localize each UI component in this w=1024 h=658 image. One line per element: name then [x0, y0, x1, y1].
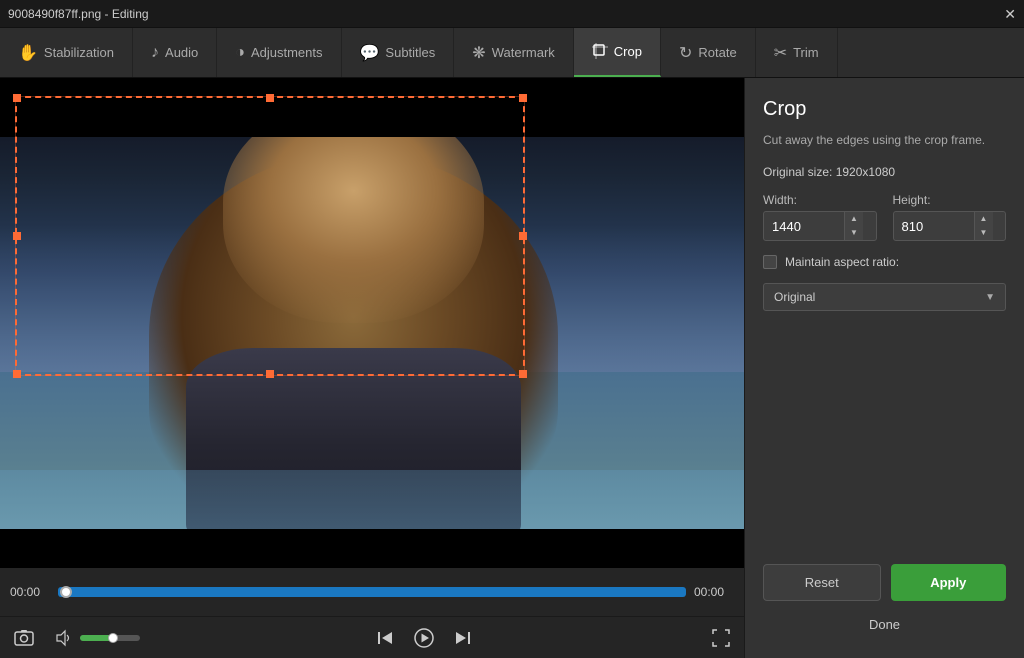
- tab-crop[interactable]: Crop: [574, 28, 661, 77]
- original-size-text: Original size: 1920x1080: [763, 165, 1006, 179]
- tab-stabilization-label: Stabilization: [44, 45, 114, 60]
- letterbox-bottom: [0, 529, 744, 568]
- rotate-icon: ↻: [679, 43, 692, 63]
- audio-icon: ♪: [151, 44, 159, 62]
- tab-crop-label: Crop: [614, 44, 642, 59]
- tab-stabilization[interactable]: ✋ Stabilization: [0, 28, 133, 77]
- height-group: Height: ▲ ▼: [893, 193, 1007, 241]
- dimension-row: Width: ▲ ▼ Height: ▲ ▼: [763, 193, 1006, 241]
- progress-bar[interactable]: [58, 587, 686, 597]
- height-input[interactable]: [894, 213, 974, 240]
- progress-thumb[interactable]: [60, 586, 72, 598]
- time-end: 00:00: [694, 585, 734, 599]
- reset-button[interactable]: Reset: [763, 564, 881, 601]
- apply-button[interactable]: Apply: [891, 564, 1007, 601]
- volume-control[interactable]: [50, 625, 140, 651]
- watermark-icon: ❋: [472, 43, 485, 63]
- timeline: 00:00 00:00: [0, 568, 744, 616]
- time-start: 00:00: [10, 585, 50, 599]
- right-panel: Crop Cut away the edges using the crop f…: [744, 78, 1024, 658]
- buttons-row: Reset Apply: [763, 548, 1006, 601]
- controls-bar: [0, 616, 744, 658]
- tab-rotate[interactable]: ↻ Rotate: [661, 28, 756, 77]
- tab-adjustments[interactable]: ◑ Adjustments: [217, 28, 341, 77]
- fullscreen-button[interactable]: [708, 625, 734, 651]
- tab-watermark[interactable]: ❋ Watermark: [454, 28, 573, 77]
- tab-audio-label: Audio: [165, 45, 198, 60]
- stabilization-icon: ✋: [18, 43, 38, 63]
- aspect-ratio-row: Maintain aspect ratio:: [763, 255, 1006, 269]
- skip-back-button[interactable]: [372, 625, 398, 651]
- close-button[interactable]: ✕: [1004, 7, 1016, 21]
- crop-icon: [592, 43, 608, 61]
- tab-adjustments-label: Adjustments: [251, 45, 323, 60]
- tab-trim-label: Trim: [793, 45, 819, 60]
- height-input-wrapper: ▲ ▼: [893, 211, 1007, 241]
- video-container: [0, 78, 744, 568]
- volume-button[interactable]: [50, 625, 76, 651]
- main-area: 00:00 00:00: [0, 78, 1024, 658]
- video-frame: [0, 78, 744, 568]
- width-label: Width:: [763, 193, 877, 207]
- done-button[interactable]: Done: [849, 611, 920, 638]
- letterbox-top: [0, 78, 744, 137]
- skip-forward-button[interactable]: [450, 625, 476, 651]
- aspect-ratio-dropdown[interactable]: Original ▼: [763, 283, 1006, 311]
- tab-rotate-label: Rotate: [698, 45, 736, 60]
- maintain-aspect-checkbox[interactable]: [763, 255, 777, 269]
- aspect-ratio-value: Original: [774, 290, 815, 304]
- volume-thumb[interactable]: [108, 633, 118, 643]
- tab-bar: ✋ Stabilization ♪ Audio ◑ Adjustments 💬 …: [0, 28, 1024, 78]
- tab-audio[interactable]: ♪ Audio: [133, 28, 217, 77]
- adjustments-icon: ◑: [235, 44, 245, 62]
- trim-icon: ✂: [774, 43, 787, 63]
- volume-bar[interactable]: [80, 635, 140, 641]
- play-button[interactable]: [410, 624, 438, 652]
- width-decrement[interactable]: ▼: [845, 226, 863, 240]
- title-bar: 9008490f87ff.png - Editing ✕: [0, 0, 1024, 28]
- width-spinner: ▲ ▼: [844, 212, 863, 240]
- window-title: 9008490f87ff.png - Editing: [8, 7, 149, 21]
- width-group: Width: ▲ ▼: [763, 193, 877, 241]
- crop-panel-title: Crop: [763, 98, 1006, 121]
- tab-trim[interactable]: ✂ Trim: [756, 28, 838, 77]
- tab-subtitles-label: Subtitles: [385, 45, 435, 60]
- width-input-wrapper: ▲ ▼: [763, 211, 877, 241]
- crop-description: Cut away the edges using the crop frame.: [763, 131, 1006, 149]
- height-increment[interactable]: ▲: [975, 212, 993, 226]
- screenshot-button[interactable]: [10, 624, 38, 652]
- width-increment[interactable]: ▲: [845, 212, 863, 226]
- height-decrement[interactable]: ▼: [975, 226, 993, 240]
- subtitles-icon: 💬: [360, 43, 380, 63]
- width-input[interactable]: [764, 213, 844, 240]
- video-panel: 00:00 00:00: [0, 78, 744, 658]
- height-spinner: ▲ ▼: [974, 212, 993, 240]
- tab-subtitles[interactable]: 💬 Subtitles: [342, 28, 455, 77]
- height-label: Height:: [893, 193, 1007, 207]
- tab-watermark-label: Watermark: [492, 45, 555, 60]
- maintain-aspect-label: Maintain aspect ratio:: [785, 255, 899, 269]
- dropdown-chevron-icon: ▼: [985, 292, 995, 303]
- done-row: Done: [763, 611, 1006, 638]
